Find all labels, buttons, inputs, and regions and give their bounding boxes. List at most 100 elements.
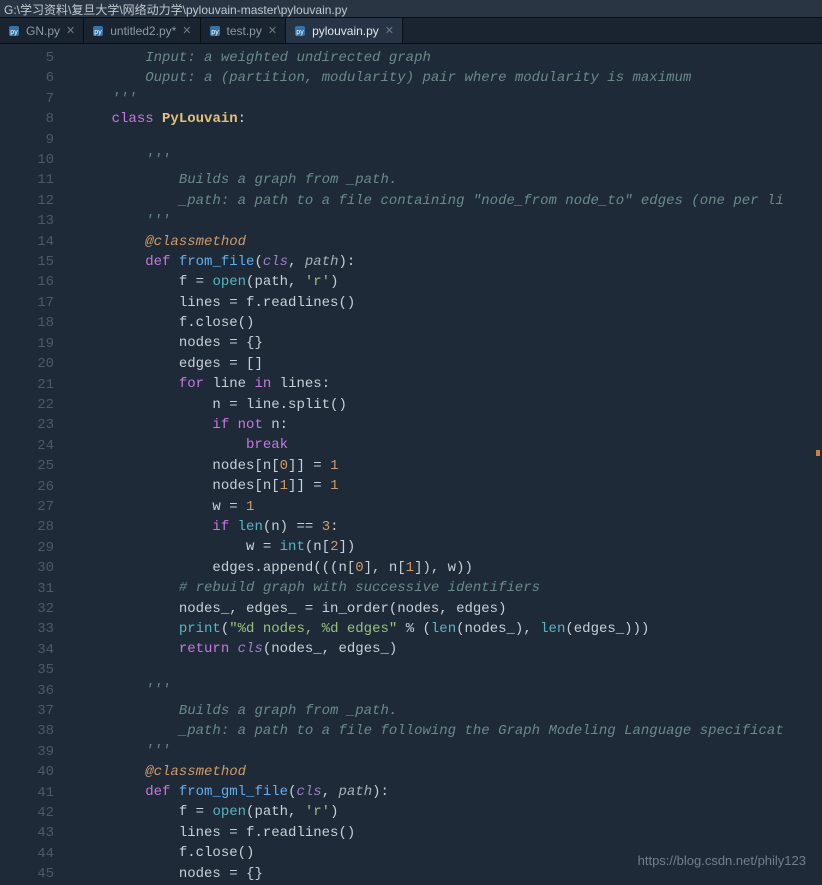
line-number: 32 <box>0 599 54 619</box>
line-number: 28 <box>0 517 54 537</box>
code-line[interactable]: nodes_, edges_ = in_order(nodes, edges) <box>78 599 822 619</box>
code-line[interactable]: @classmethod <box>78 762 822 782</box>
code-line[interactable]: def from_gml_file(cls, path): <box>78 782 822 802</box>
tab-bar: py GN.py ✕ py untitled2.py* ✕ py test.py ✕ py pylo… <box>0 18 822 44</box>
line-number: 37 <box>0 701 54 721</box>
line-number: 35 <box>0 660 54 680</box>
line-number: 11 <box>0 170 54 190</box>
code-line[interactable]: n = line.split() <box>78 395 822 415</box>
line-number: 30 <box>0 558 54 578</box>
code-line[interactable] <box>78 130 822 150</box>
line-number: 5 <box>0 48 54 68</box>
line-number: 31 <box>0 579 54 599</box>
line-number: 22 <box>0 395 54 415</box>
file-path-text: G:\学习资料\复旦大学\网络动力学\pylouvain-master\pylo… <box>4 3 347 17</box>
watermark-text: https://blog.csdn.net/phily123 <box>638 853 806 868</box>
code-line[interactable]: Builds a graph from _path. <box>78 701 822 721</box>
line-number: 43 <box>0 823 54 843</box>
code-line[interactable]: Input: a weighted undirected graph <box>78 48 822 68</box>
code-line[interactable]: ''' <box>78 211 822 231</box>
line-number: 36 <box>0 681 54 701</box>
code-line[interactable]: ''' <box>78 150 822 170</box>
tab-label: test.py <box>227 24 262 38</box>
code-line[interactable]: f = open(path, 'r') <box>78 802 822 822</box>
code-line[interactable]: class PyLouvain: <box>78 109 822 129</box>
code-line[interactable]: lines = f.readlines() <box>78 823 822 843</box>
code-line[interactable]: _path: a path to a file following the Gr… <box>78 721 822 741</box>
line-number: 9 <box>0 130 54 150</box>
code-line[interactable]: edges = [] <box>78 354 822 374</box>
line-number: 33 <box>0 619 54 639</box>
line-number: 20 <box>0 354 54 374</box>
tab-gn-py[interactable]: py GN.py ✕ <box>0 18 84 43</box>
line-number: 7 <box>0 89 54 109</box>
code-content[interactable]: Input: a weighted undirected graph Ouput… <box>70 44 822 880</box>
line-number: 38 <box>0 721 54 741</box>
line-number: 41 <box>0 783 54 803</box>
python-file-icon: py <box>92 25 104 37</box>
code-line[interactable]: nodes[n[0]] = 1 <box>78 456 822 476</box>
line-number: 34 <box>0 640 54 660</box>
line-number: 45 <box>0 864 54 884</box>
line-number: 13 <box>0 211 54 231</box>
code-line[interactable]: ''' <box>78 741 822 761</box>
line-number: 24 <box>0 436 54 456</box>
line-number: 12 <box>0 191 54 211</box>
line-number: 39 <box>0 742 54 762</box>
line-number: 25 <box>0 456 54 476</box>
code-line[interactable]: # rebuild graph with successive identifi… <box>78 578 822 598</box>
code-line[interactable]: _path: a path to a file containing "node… <box>78 191 822 211</box>
editor-area[interactable]: 5678910111213141516171819202122232425262… <box>0 44 822 880</box>
close-icon[interactable]: ✕ <box>268 24 277 37</box>
code-line[interactable]: f.close() <box>78 313 822 333</box>
close-icon[interactable]: ✕ <box>385 24 394 37</box>
code-line[interactable]: f = open(path, 'r') <box>78 272 822 292</box>
line-number: 21 <box>0 375 54 395</box>
line-number: 14 <box>0 232 54 252</box>
svg-text:py: py <box>10 29 18 36</box>
svg-text:py: py <box>95 29 103 36</box>
svg-text:py: py <box>296 29 304 36</box>
tab-untitled2-py-[interactable]: py untitled2.py* ✕ <box>84 18 200 43</box>
code-line[interactable]: if not n: <box>78 415 822 435</box>
line-number: 42 <box>0 803 54 823</box>
line-number: 23 <box>0 415 54 435</box>
code-line[interactable]: print("%d nodes, %d edges" % (len(nodes_… <box>78 619 822 639</box>
python-file-icon: py <box>8 25 20 37</box>
code-line[interactable]: if len(n) == 3: <box>78 517 822 537</box>
close-icon[interactable]: ✕ <box>182 24 191 37</box>
line-number: 10 <box>0 150 54 170</box>
code-line[interactable]: ''' <box>78 89 822 109</box>
tab-label: GN.py <box>26 24 60 38</box>
line-number: 15 <box>0 252 54 272</box>
code-line[interactable]: nodes[n[1]] = 1 <box>78 476 822 496</box>
code-line[interactable]: w = int(n[2]) <box>78 537 822 557</box>
code-line[interactable]: ''' <box>78 680 822 700</box>
code-line[interactable]: Builds a graph from _path. <box>78 170 822 190</box>
code-line[interactable]: w = 1 <box>78 497 822 517</box>
line-number: 26 <box>0 477 54 497</box>
line-number: 17 <box>0 293 54 313</box>
line-number: 18 <box>0 313 54 333</box>
code-line[interactable]: break <box>78 435 822 455</box>
code-line[interactable]: @classmethod <box>78 232 822 252</box>
code-line[interactable] <box>78 660 822 680</box>
line-number-gutter: 5678910111213141516171819202122232425262… <box>0 44 70 880</box>
code-line[interactable]: def from_file(cls, path): <box>78 252 822 272</box>
tab-test-py[interactable]: py test.py ✕ <box>201 18 287 43</box>
tab-pylouvain-py[interactable]: py pylouvain.py ✕ <box>286 18 403 43</box>
code-line[interactable]: edges.append(((n[0], n[1]), w)) <box>78 558 822 578</box>
tab-label: pylouvain.py <box>312 24 379 38</box>
python-file-icon: py <box>209 25 221 37</box>
code-line[interactable]: return cls(nodes_, edges_) <box>78 639 822 659</box>
scrollbar-marker <box>816 450 820 456</box>
code-line[interactable]: lines = f.readlines() <box>78 293 822 313</box>
line-number: 40 <box>0 762 54 782</box>
line-number: 29 <box>0 538 54 558</box>
tab-label: untitled2.py* <box>110 24 176 38</box>
code-line[interactable]: nodes = {} <box>78 333 822 353</box>
code-line[interactable]: Ouput: a (partition, modularity) pair wh… <box>78 68 822 88</box>
line-number: 19 <box>0 334 54 354</box>
close-icon[interactable]: ✕ <box>66 24 75 37</box>
code-line[interactable]: for line in lines: <box>78 374 822 394</box>
